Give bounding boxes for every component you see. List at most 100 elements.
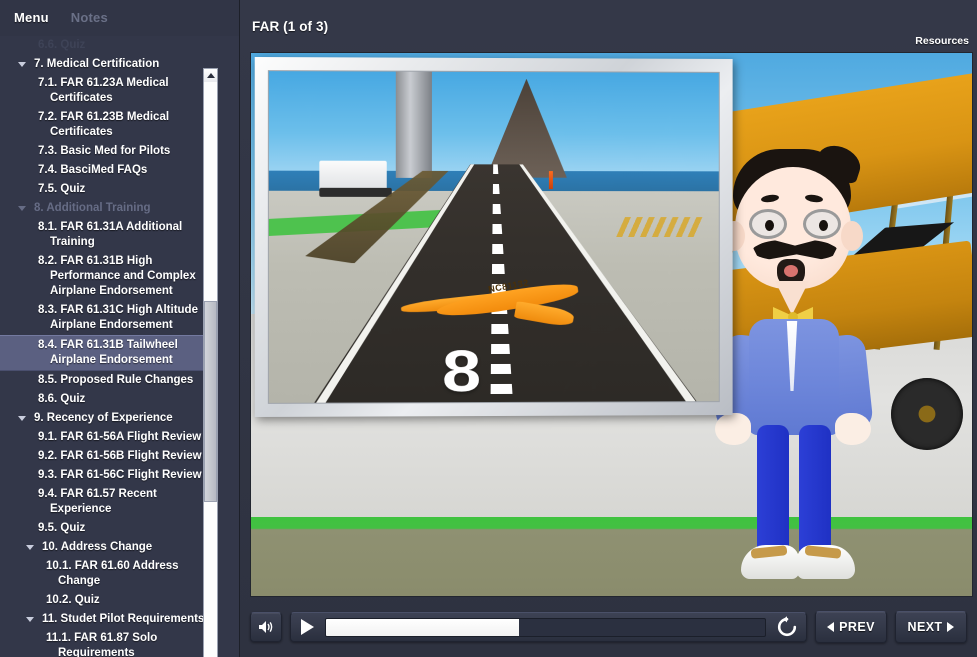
volume-button[interactable] xyxy=(250,612,282,642)
content-header: FAR (1 of 3) Resources xyxy=(240,0,977,52)
speaker-volume-icon xyxy=(257,619,275,635)
outline-item-label: 9.1. FAR 61-56A Flight Review xyxy=(38,431,201,443)
outline-item[interactable]: 9.4. FAR 61.57 Recent Experience xyxy=(0,485,216,519)
outline-item-label: 8.5. Proposed Rule Changes xyxy=(38,374,193,386)
outline-item-label: 7.3. Basic Med for Pilots xyxy=(38,145,170,157)
outline-item-label: 8.3. FAR 61.31C High Altitude Airplane E… xyxy=(38,304,198,331)
outline-item-label: 8.1. FAR 61.31A Additional Training xyxy=(38,221,182,248)
course-player-window: Menu Notes 6.6. Quiz 7. Medical Certific… xyxy=(0,0,977,657)
chevron-right-icon xyxy=(947,622,954,632)
outline-chapter[interactable]: 11. Studet Pilot Requirements xyxy=(0,610,216,629)
outline-item[interactable]: 9.2. FAR 61-56B Flight Review xyxy=(0,447,216,466)
outline-item-label: 8.4. FAR 61.31B Tailwheel Airplane Endor… xyxy=(38,339,178,366)
chevron-down-icon xyxy=(18,206,26,211)
sidebar-tabs: Menu Notes xyxy=(0,0,239,36)
outline-item[interactable]: 8.1. FAR 61.31A Additional Training xyxy=(0,218,216,252)
scroll-up-button[interactable] xyxy=(204,69,217,82)
character-hand-right xyxy=(835,413,871,445)
outline-chapter[interactable]: 8. Additional Training xyxy=(0,199,216,218)
next-button[interactable]: NEXT xyxy=(895,611,967,643)
outline-item[interactable]: 8.6. Quiz xyxy=(0,390,216,409)
character-leg-left xyxy=(757,425,789,555)
character-tongue xyxy=(784,265,798,277)
seek-bar-progress xyxy=(326,619,519,636)
chevron-down-icon xyxy=(18,416,26,421)
play-button[interactable] xyxy=(297,616,317,638)
outline-item[interactable]: 8.3. FAR 61.31C High Altitude Airplane E… xyxy=(0,301,216,335)
character-glasses xyxy=(749,209,841,239)
outline-item[interactable]: 9.3. FAR 61-56C Flight Review xyxy=(0,466,216,485)
photo-taxiway-markers xyxy=(616,217,705,237)
prev-button[interactable]: PREV xyxy=(815,611,887,643)
outline-item-label: 10. Address Change xyxy=(42,541,152,553)
replay-icon xyxy=(776,616,798,638)
tab-notes[interactable]: Notes xyxy=(69,8,110,28)
character-ear-right xyxy=(841,221,863,251)
outline-item[interactable]: 8.5. Proposed Rule Changes xyxy=(0,371,216,390)
sidebar-scrollbar-track[interactable] xyxy=(203,68,218,657)
seek-group xyxy=(290,612,807,642)
course-outline-tree: 6.6. Quiz 7. Medical Certification 7.1. F… xyxy=(0,36,216,657)
outline-item[interactable]: 10.1. FAR 61.60 Address Change xyxy=(0,557,216,591)
character-chin xyxy=(775,281,809,315)
triangle-up-icon xyxy=(207,73,215,78)
chevron-down-icon xyxy=(26,545,34,550)
outline-item-label: 11. Studet Pilot Requirements xyxy=(42,613,204,625)
character-hand-left xyxy=(715,413,751,445)
outline-item[interactable]: 7.5. Quiz xyxy=(0,180,216,199)
outline-item-label: 8. Additional Training xyxy=(34,202,151,214)
aircraft-tail xyxy=(514,301,575,328)
outline-item[interactable]: 7.1. FAR 61.23A Medical Certificates xyxy=(0,74,216,108)
outline-item-partial-top[interactable]: 6.6. Quiz xyxy=(0,36,216,55)
outline-item-label: 9.5. Quiz xyxy=(38,522,85,534)
resources-link[interactable]: Resources xyxy=(915,35,969,47)
next-button-label: NEXT xyxy=(908,620,943,634)
outline-item-label: 8.6. Quiz xyxy=(38,393,85,405)
outline-chapter[interactable]: 10. Address Change xyxy=(0,538,216,557)
photo-marker-cone xyxy=(549,171,553,189)
outline-item[interactable]: 7.3. Basic Med for Pilots xyxy=(0,142,216,161)
outline-item-label: 9. Recency of Experience xyxy=(34,412,173,424)
sidebar: Menu Notes 6.6. Quiz 7. Medical Certific… xyxy=(0,0,240,657)
biplane-wheel xyxy=(891,378,963,450)
photo-truck-wheels xyxy=(319,187,391,197)
outline-item-label: 7.1. FAR 61.23A Medical Certificates xyxy=(38,77,169,104)
seek-bar[interactable] xyxy=(325,618,766,637)
outline-item-label: 11.1. FAR 61.87 Solo Requirements xyxy=(46,632,157,657)
outline-item-label: 9.4. FAR 61.57 Recent Experience xyxy=(38,488,157,515)
chevron-left-icon xyxy=(827,622,834,632)
photo-taildragger-aircraft: NC81132 xyxy=(400,276,598,332)
slide-stage[interactable]: NC81132 8 xyxy=(250,52,973,597)
character-eye-right xyxy=(819,220,828,231)
tab-menu[interactable]: Menu xyxy=(12,8,51,28)
course-outline-scroll-area[interactable]: 6.6. Quiz 7. Medical Certification 7.1. F… xyxy=(0,36,239,657)
outline-item[interactable]: 7.2. FAR 61.23B Medical Certificates xyxy=(0,108,216,142)
glasses-lens-left xyxy=(749,209,787,239)
outline-item[interactable]: 8.2. FAR 61.31B High Performance and Com… xyxy=(0,252,216,301)
replay-button[interactable] xyxy=(774,614,800,640)
outline-item[interactable]: 9.1. FAR 61-56A Flight Review xyxy=(0,428,216,447)
runway-photo: NC81132 8 xyxy=(268,70,720,404)
outline-item[interactable]: 9.5. Quiz xyxy=(0,519,216,538)
glasses-lens-right xyxy=(803,209,841,239)
chevron-down-icon xyxy=(26,617,34,622)
chevron-down-icon xyxy=(18,62,26,67)
page-title: FAR (1 of 3) xyxy=(252,19,328,34)
outline-item-label: 10.1. FAR 61.60 Address Change xyxy=(46,560,179,587)
sidebar-scrollbar-thumb[interactable] xyxy=(204,301,217,502)
playback-controls: PREV NEXT xyxy=(240,597,977,657)
outline-item[interactable]: 10.2. Quiz xyxy=(0,591,216,610)
outline-chapter[interactable]: 7. Medical Certification xyxy=(0,55,216,74)
outline-item[interactable]: 11.1. FAR 61.87 Solo Requirements xyxy=(0,629,216,657)
character-leg-right xyxy=(799,425,831,555)
runway-number: 8 xyxy=(442,341,481,400)
outline-item[interactable]: 7.4. BasciMed FAQs xyxy=(0,161,216,180)
outline-item[interactable]: 8.4. FAR 61.31B Tailwheel Airplane Endor… xyxy=(0,335,216,371)
photo-truck xyxy=(319,161,387,191)
outline-item-label: 7.4. BasciMed FAQs xyxy=(38,164,147,176)
outline-item-label: 10.2. Quiz xyxy=(46,594,100,606)
outline-chapter[interactable]: 9. Recency of Experience xyxy=(0,409,216,428)
runway-photo-frame: NC81132 8 xyxy=(255,57,733,417)
outline-item-label: 7. Medical Certification xyxy=(34,58,159,70)
outline-item-label: 9.2. FAR 61-56B Flight Review xyxy=(38,450,202,462)
